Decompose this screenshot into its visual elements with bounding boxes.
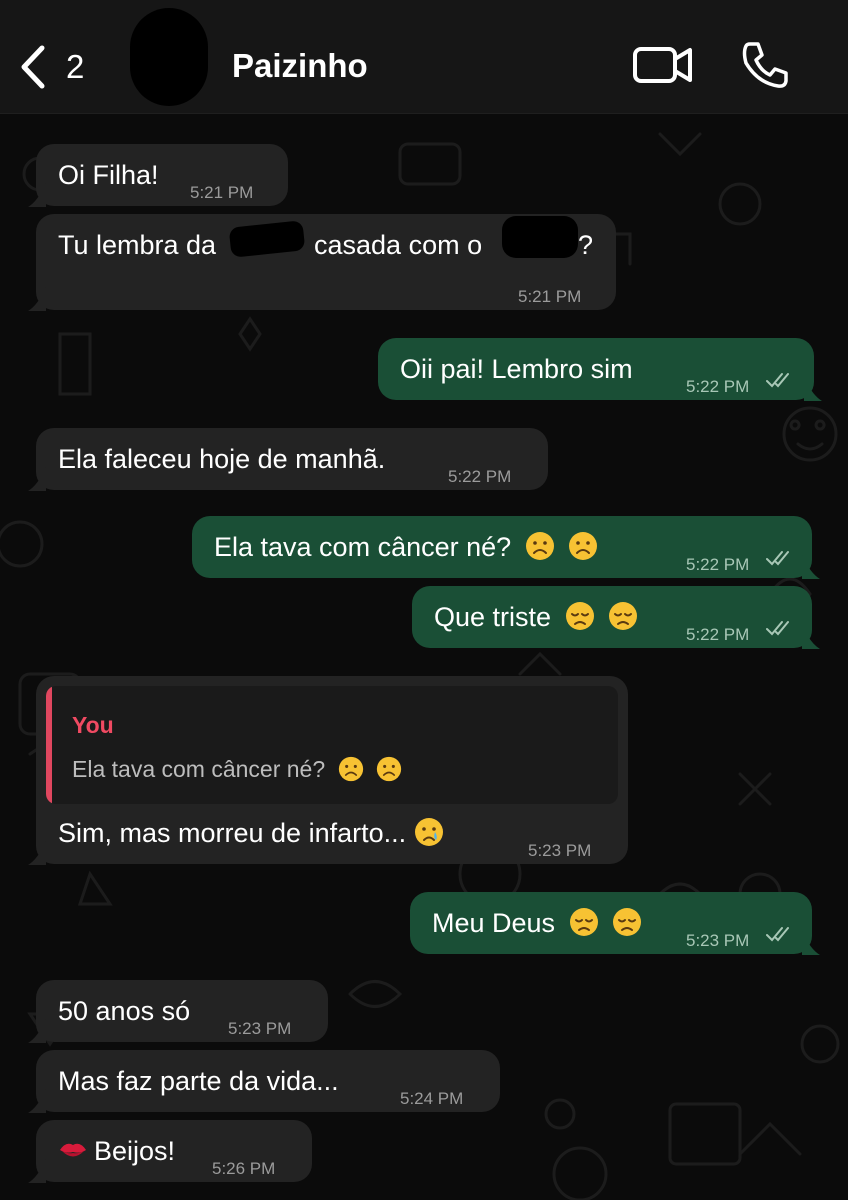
frowning-face-emoji bbox=[337, 756, 364, 782]
message-text-content: Meu Deus bbox=[432, 908, 556, 938]
message-time: 5:21 PM bbox=[518, 287, 582, 306]
redaction-mark bbox=[228, 220, 306, 258]
message-time: 5:24 PM bbox=[400, 1089, 464, 1108]
message-bubble-incoming[interactable]: Oi Filha! 5:21 PM bbox=[28, 144, 288, 207]
message-bubble-incoming[interactable]: Beijos! 5:26 PM bbox=[28, 1120, 312, 1183]
message-time: 5:22 PM bbox=[448, 467, 512, 486]
reply-quote-text-content: Ela tava com câncer né? bbox=[72, 756, 326, 782]
message-time: 5:23 PM bbox=[686, 931, 750, 950]
message-bubble-outgoing[interactable]: Meu Deus 5:23 PM bbox=[410, 892, 820, 955]
message-text: Ela tava com câncer né? bbox=[214, 530, 599, 564]
message-time: 5:26 PM bbox=[212, 1159, 276, 1178]
frowning-face-emoji bbox=[568, 531, 599, 561]
double-check-icon bbox=[766, 373, 789, 388]
message-bubble-incoming[interactable]: You Ela tava com câncer né? Sim, mas mor… bbox=[28, 676, 628, 865]
disappointed-face-emoji bbox=[612, 907, 643, 937]
redaction-mark bbox=[502, 216, 578, 258]
reply-quote[interactable]: You Ela tava com câncer né? bbox=[46, 686, 618, 804]
message-bubble-outgoing[interactable]: Oii pai! Lembro sim 5:22 PM bbox=[378, 338, 822, 401]
message-text: Beijos! bbox=[58, 1134, 175, 1168]
message-text-part: ? bbox=[578, 230, 594, 260]
message-bubble-incoming[interactable]: Ela faleceu hoje de manhã. 5:22 PM bbox=[28, 428, 548, 491]
reply-quote-text: Ela tava com câncer né? bbox=[72, 752, 402, 786]
message-text: Oii pai! Lembro sim bbox=[400, 354, 633, 384]
disappointed-face-emoji bbox=[568, 907, 599, 937]
contact-name[interactable]: Paizinho bbox=[232, 47, 368, 85]
message-bubble-incoming[interactable]: Mas faz parte da vida... 5:24 PM bbox=[28, 1050, 500, 1113]
chat-area: Oi Filha! 5:21 PM Tu lembra da casada co… bbox=[0, 114, 848, 1200]
message-text: Sim, mas morreu de infarto... bbox=[58, 816, 444, 850]
message-text-content: Ela tava com câncer né? bbox=[214, 532, 512, 562]
message-text: 50 anos só bbox=[58, 996, 191, 1026]
message-text: Mas faz parte da vida... bbox=[58, 1066, 339, 1096]
reply-quote-accent-bar bbox=[46, 686, 52, 804]
message-text-content: Sim, mas morreu de infarto... bbox=[58, 818, 407, 848]
reply-quote-author: You bbox=[72, 712, 114, 738]
message-text: Ela faleceu hoje de manhã. bbox=[58, 444, 386, 474]
message-text: Que triste bbox=[434, 600, 639, 634]
message-bubble-outgoing[interactable]: Que triste 5:22 PM bbox=[412, 586, 820, 649]
disappointed-face-emoji bbox=[608, 601, 639, 631]
message-text-part: casada com o bbox=[314, 230, 483, 260]
frowning-face-emoji bbox=[524, 531, 555, 561]
message-time: 5:22 PM bbox=[686, 555, 750, 574]
message-text: Meu Deus bbox=[432, 906, 643, 940]
video-camera-icon[interactable] bbox=[632, 44, 694, 86]
message-time: 5:23 PM bbox=[228, 1019, 292, 1038]
crying-face-emoji bbox=[413, 817, 444, 847]
message-text-content: Que triste bbox=[434, 602, 552, 632]
message-text-part: Tu lembra da bbox=[58, 230, 217, 260]
double-check-icon bbox=[766, 927, 789, 942]
back-unread-count[interactable]: 2 bbox=[66, 48, 84, 86]
message-time: 5:22 PM bbox=[686, 377, 750, 396]
avatar[interactable] bbox=[130, 8, 208, 106]
message-text-content: Beijos! bbox=[94, 1136, 176, 1166]
double-check-icon bbox=[766, 621, 789, 636]
message-bubble-incoming[interactable]: Tu lembra da casada com o ? 5:21 PM bbox=[28, 214, 616, 311]
frowning-face-emoji bbox=[375, 756, 402, 782]
message-time: 5:21 PM bbox=[190, 183, 254, 202]
phone-icon[interactable] bbox=[740, 40, 790, 90]
disappointed-face-emoji bbox=[564, 601, 595, 631]
kiss-mark-emoji bbox=[60, 1143, 86, 1157]
message-text: Oi Filha! bbox=[58, 160, 159, 190]
message-time: 5:22 PM bbox=[686, 625, 750, 644]
chat-header: 2 Paizinho bbox=[0, 0, 848, 114]
message-bubble-outgoing[interactable]: Ela tava com câncer né? 5:22 PM bbox=[192, 516, 820, 579]
message-time: 5:23 PM bbox=[528, 841, 592, 860]
chevron-left-icon[interactable] bbox=[16, 44, 50, 90]
message-bubble-incoming[interactable]: 50 anos só 5:23 PM bbox=[28, 980, 328, 1043]
double-check-icon bbox=[766, 551, 789, 566]
